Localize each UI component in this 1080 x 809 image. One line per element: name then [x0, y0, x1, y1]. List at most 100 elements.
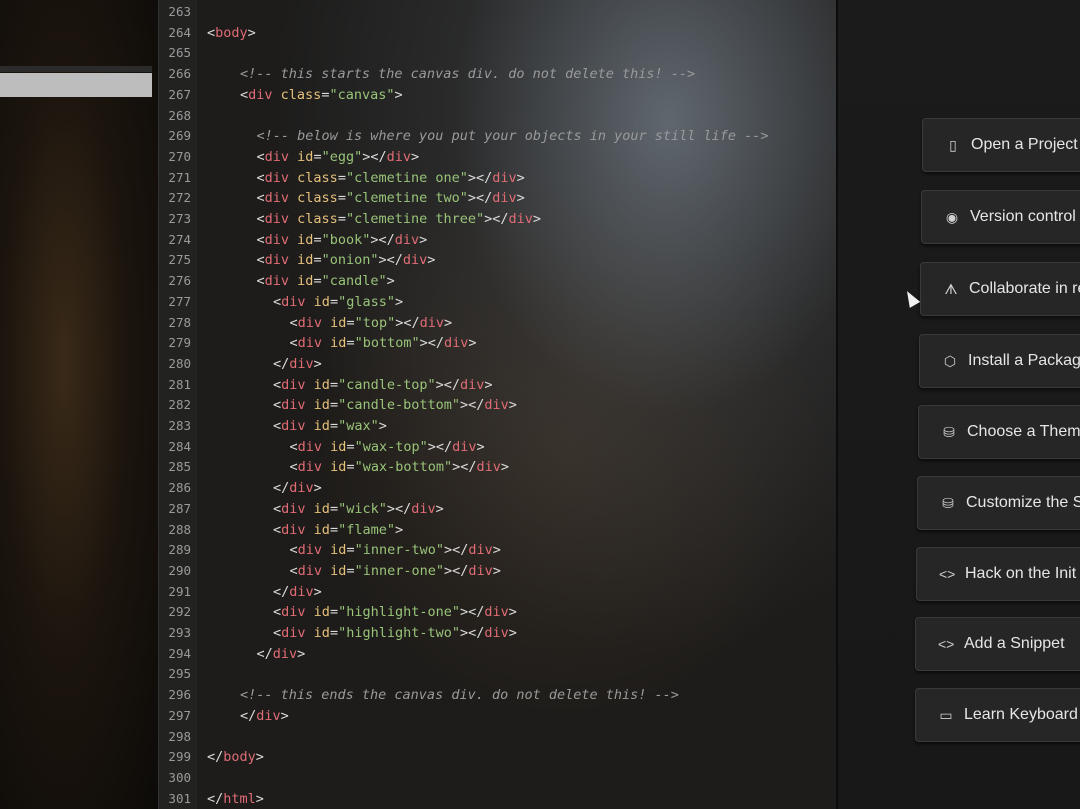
- code-token: >: [508, 625, 517, 641]
- code-token: =: [346, 542, 355, 559]
- code-line[interactable]: 296 <!-- this ends the canvas div. do not…: [159, 685, 829, 705]
- code-token: div: [281, 625, 306, 641]
- code-line[interactable]: 285 <div id="wax-bottom"></div>: [159, 457, 829, 477]
- guide-button-6[interactable]: ⛁ Customize the Styling: [917, 476, 1080, 530]
- code-line[interactable]: 301 </html>: [159, 789, 829, 809]
- code-token: <!-- this ends the canvas div. do not de…: [240, 687, 679, 704]
- code-token: div: [444, 335, 469, 352]
- code-token: >: [419, 231, 428, 248]
- code-text: <div id="egg"></div>: [257, 147, 420, 167]
- code-token: "book": [321, 231, 371, 248]
- line-number: 289: [168, 542, 191, 558]
- code-line[interactable]: 269 <!-- below is where you put your obje…: [159, 126, 829, 146]
- code-line[interactable]: 295: [159, 664, 829, 684]
- code-token: >: [492, 542, 501, 559]
- code-line[interactable]: 277 <div id="glass">: [159, 292, 829, 312]
- code-token: div: [281, 604, 306, 621]
- guide-button-label: Add a Snippet: [964, 635, 1065, 652]
- line-number: 294: [168, 645, 191, 661]
- code-line[interactable]: 275 <div id="onion"></div>: [159, 250, 829, 270]
- code-token: <: [207, 24, 216, 41]
- code-line[interactable]: 270 <div id="egg"></div>: [159, 147, 829, 167]
- guide-button-label: Customize the Styling: [966, 494, 1080, 511]
- code-token: "wax-top": [354, 438, 428, 455]
- code-text: <div id="bottom"></div>: [290, 333, 477, 353]
- code-line[interactable]: 271 <div class="clemetine one"></div>: [159, 168, 829, 188]
- code-line[interactable]: 293 <div id="highlight-two"></div>: [159, 623, 829, 643]
- code-text: <div class="clemetine one"></div>: [257, 168, 525, 188]
- code-token: >: [492, 562, 501, 579]
- code-line[interactable]: 280 </div>: [159, 354, 829, 374]
- code-token: div: [264, 190, 290, 207]
- code-line[interactable]: 292 <div id="highlight-one"></div>: [159, 602, 829, 622]
- code-line[interactable]: 276 <div id="candle">: [159, 271, 829, 291]
- guide-button-3[interactable]: ᗑ Collaborate in real time with Teletype: [920, 262, 1080, 316]
- code-token: ></: [419, 335, 444, 352]
- code-line[interactable]: 294 </div>: [159, 644, 829, 664]
- guide-button-7[interactable]: <> Hack on the Init Script: [916, 547, 1080, 601]
- code-text: </div>: [240, 706, 289, 726]
- code-token: "highlight-one": [338, 604, 460, 621]
- code-line[interactable]: 287 <div id="wick"></div>: [159, 499, 829, 519]
- code-line[interactable]: 281 <div id="candle-top"></div>: [159, 375, 829, 395]
- code-token: <: [289, 459, 298, 476]
- code-line[interactable]: 282 <div id="candle-bottom"></div>: [159, 395, 829, 415]
- code-line[interactable]: 284 <div id="wax-top"></div>: [159, 437, 829, 457]
- code-line[interactable]: 288 <div id="flame">: [159, 520, 829, 540]
- guide-button-8[interactable]: <> Add a Snippet: [915, 617, 1080, 671]
- code-line[interactable]: 286 </div>: [159, 478, 829, 498]
- code-line[interactable]: 263: [159, 2, 829, 22]
- code-line[interactable]: 273 <div class="clemetine three"></div>: [159, 209, 829, 229]
- code-token: >: [468, 335, 477, 352]
- guide-button-5[interactable]: ⛁ Choose a Theme: [918, 405, 1080, 459]
- code-token: <!-- below is where you put your objects…: [256, 128, 769, 145]
- guide-button-9[interactable]: ▭ Learn Keyboard Shortcuts: [915, 688, 1080, 742]
- code-token: >: [394, 293, 404, 310]
- line-number: 296: [168, 687, 191, 703]
- code-line[interactable]: 264 <body>: [159, 23, 829, 43]
- code-token: div: [289, 583, 314, 600]
- code-token: >: [313, 583, 322, 600]
- line-number: 277: [168, 293, 191, 309]
- code-editor[interactable]: 263 264 <body> 265 266 <!-- this starts the c…: [158, 0, 839, 809]
- code-line[interactable]: 290 <div id="inner-one"></div>: [159, 561, 829, 581]
- line-number: 263: [168, 4, 191, 19]
- code-token: class: [297, 169, 338, 186]
- code-line[interactable]: 297 </div>: [159, 706, 829, 726]
- code-token: "candle": [321, 273, 387, 290]
- code-line[interactable]: 267 <div class="canvas">: [159, 85, 829, 105]
- code-token: div: [508, 211, 533, 227]
- code-line[interactable]: 265: [159, 43, 829, 63]
- guide-button-1[interactable]: ▯ Open a Project: [922, 118, 1080, 172]
- code-token: =: [329, 418, 339, 434]
- code-text: <!-- this ends the canvas div. do not de…: [240, 685, 679, 705]
- code-line[interactable]: 279 <div id="bottom"></div>: [159, 333, 829, 353]
- code-line[interactable]: 266 <!-- this starts the canvas div. do n…: [159, 64, 829, 84]
- code-line[interactable]: 299 </body>: [159, 747, 829, 767]
- code-line[interactable]: 300: [159, 768, 829, 788]
- code-line[interactable]: 291 </div>: [159, 582, 829, 602]
- code-line[interactable]: 274 <div id="book"></div>: [159, 230, 829, 250]
- code-lines[interactable]: 263 264 <body> 265 266 <!-- this starts the c…: [159, 0, 839, 809]
- code-line[interactable]: 272 <div class="clemetine two"></div>: [159, 188, 829, 208]
- code-line[interactable]: 298: [159, 727, 829, 747]
- code-line[interactable]: 283 <div id="wax">: [159, 416, 829, 436]
- guide-button-4[interactable]: ⬡ Install a Package: [919, 334, 1080, 388]
- guide-button-2[interactable]: ◉ Version control with Git and GitHub: [921, 190, 1080, 244]
- code-line[interactable]: 268: [159, 106, 829, 126]
- code-line[interactable]: 289 <div id="inner-two"></div>: [159, 540, 829, 560]
- code-token: id: [330, 438, 347, 455]
- code-line[interactable]: 278 <div id="top"></div>: [159, 313, 829, 333]
- line-number: 282: [168, 397, 191, 413]
- code-token: <: [273, 604, 282, 621]
- code-text: <div id="highlight-one"></div>: [273, 602, 517, 622]
